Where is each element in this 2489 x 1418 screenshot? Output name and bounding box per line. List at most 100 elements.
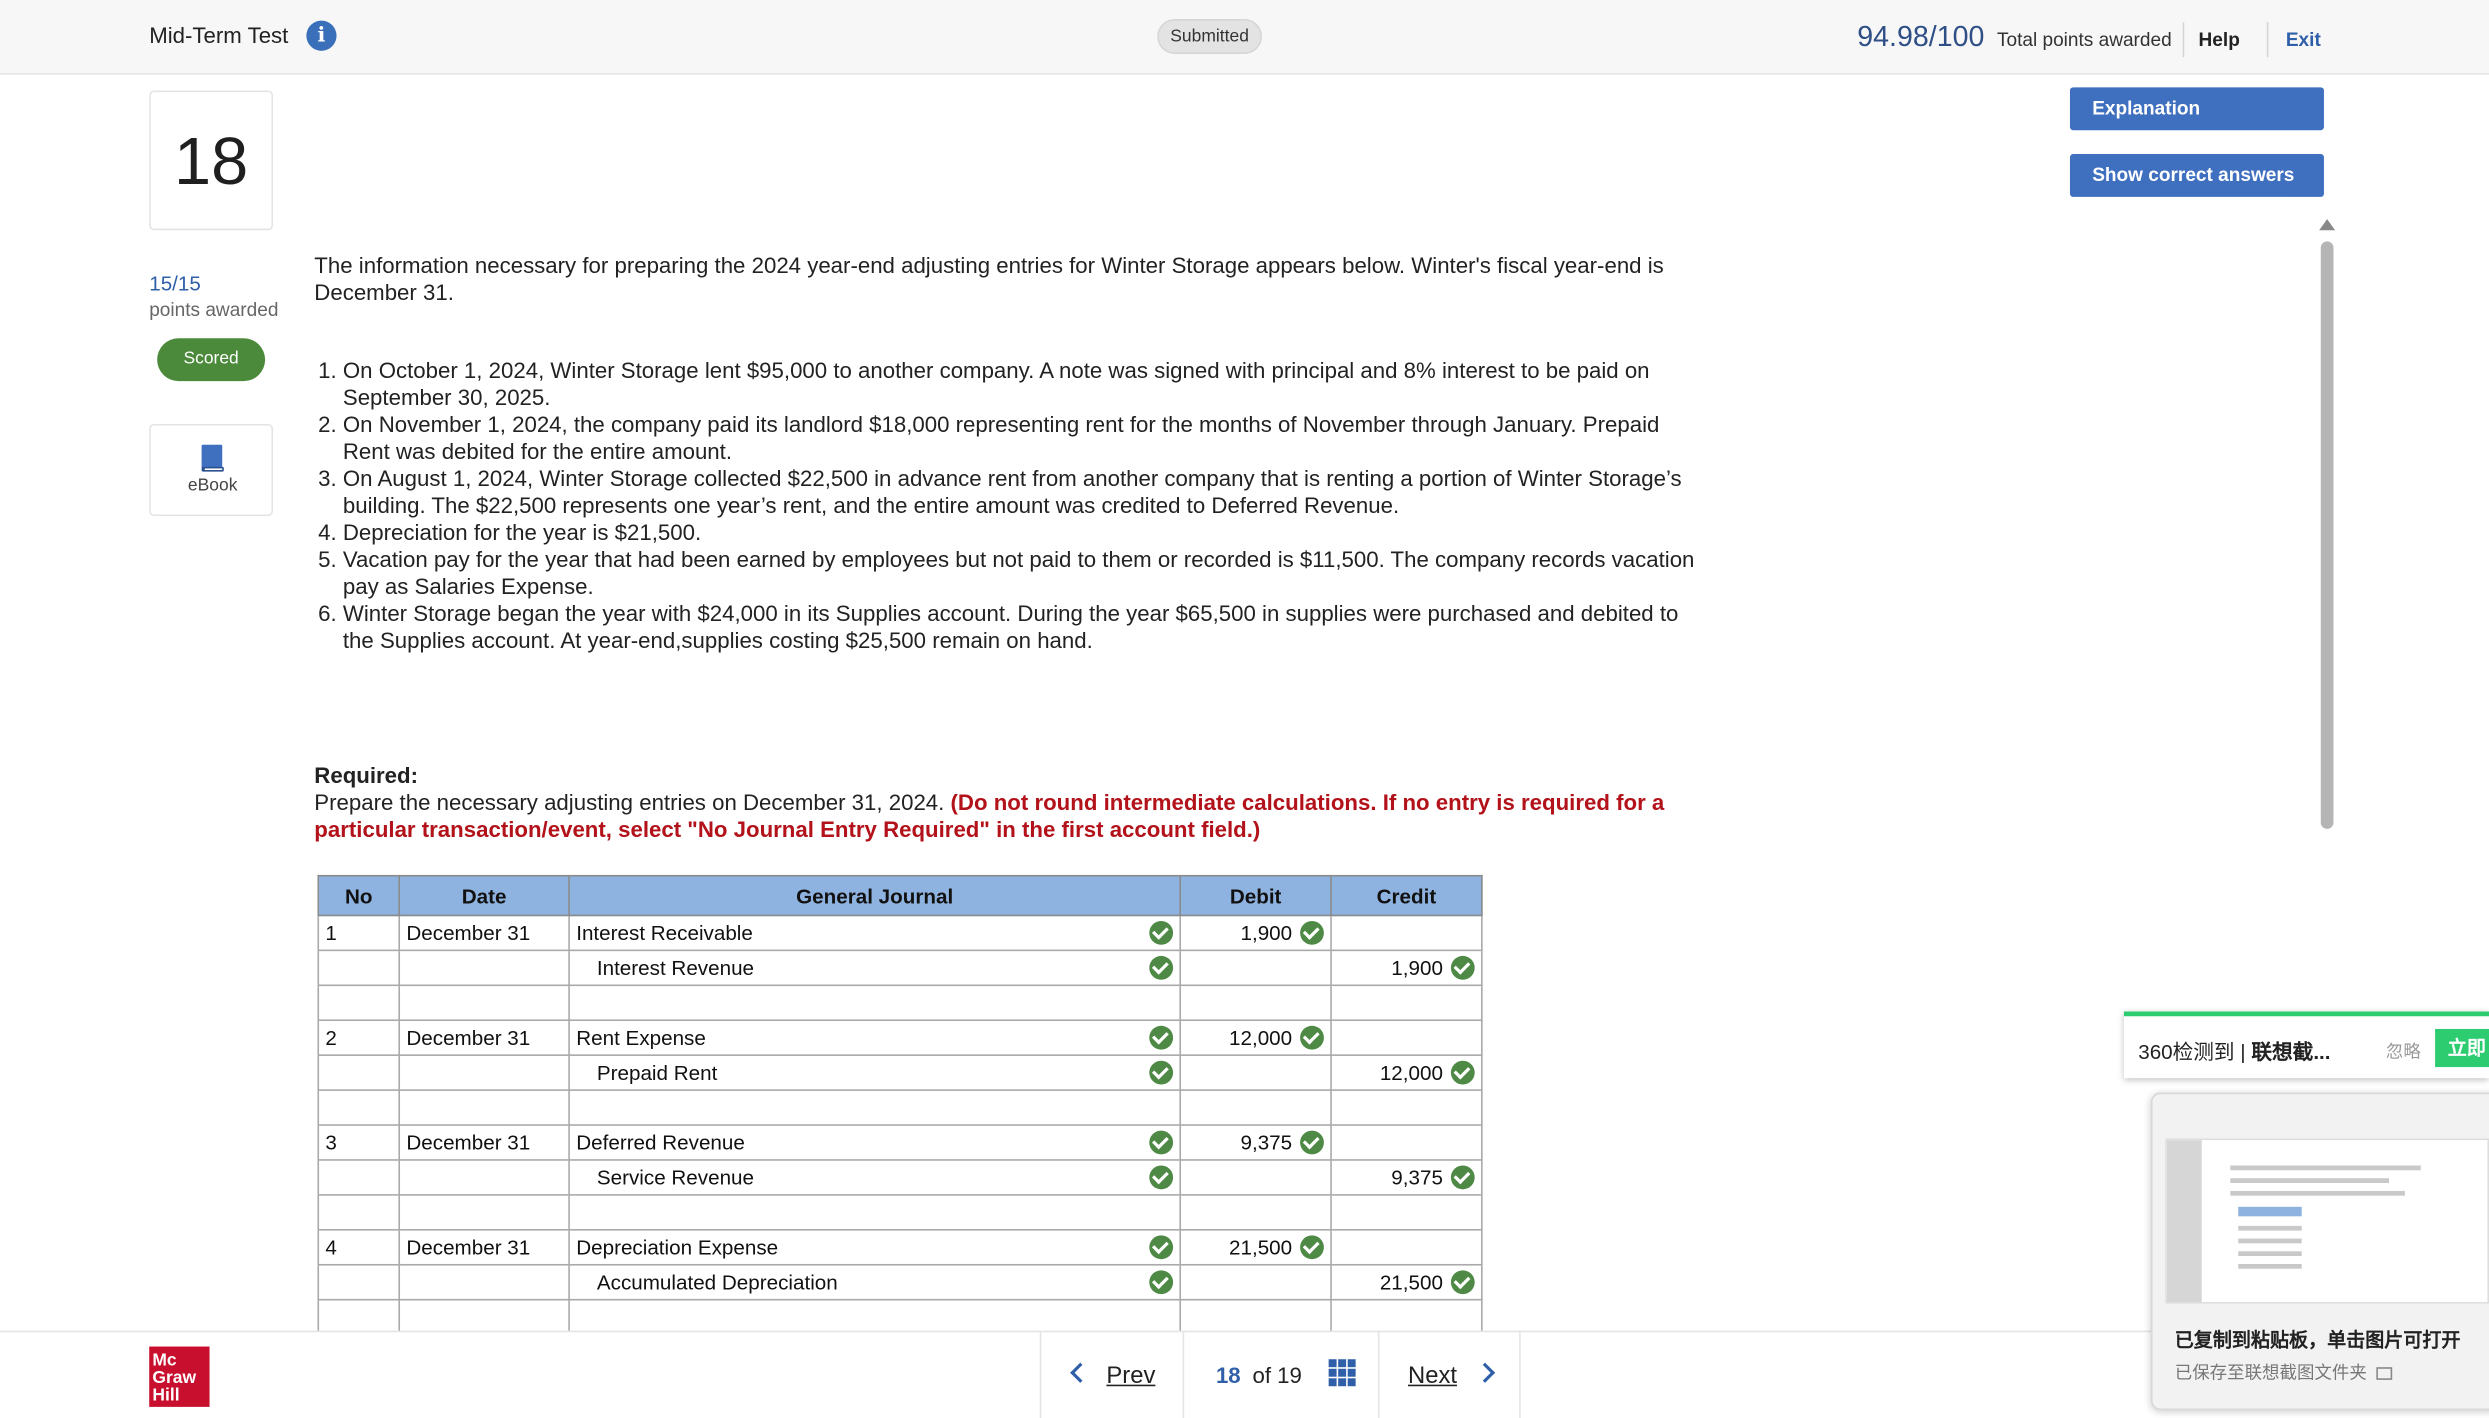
thumbnail-line [2238, 1251, 2302, 1257]
grid-icon[interactable] [1328, 1359, 1356, 1387]
account-cell[interactable]: Depreciation Expense [568, 1229, 1182, 1266]
question-intro: The information necessary for preparing … [314, 252, 1664, 305]
question-number: 18 [149, 90, 274, 231]
blank-cell[interactable] [568, 1089, 1182, 1126]
col-header-no: No [317, 874, 401, 917]
debit-cell[interactable]: 12,000 [1179, 1019, 1332, 1056]
saved-message: 已保存至联想截图文件夹 [2174, 1359, 2393, 1384]
of-label: of [1252, 1362, 1272, 1388]
entry-no: 1 [317, 914, 401, 952]
screenshot-preview-card[interactable]: 已复制到粘贴板，单击图片可打开 已保存至联想截图文件夹 [2150, 1092, 2489, 1411]
account-name: Interest Receivable [576, 920, 753, 945]
exit-link[interactable]: Exit [2286, 29, 2321, 51]
account-name: Depreciation Expense [576, 1235, 779, 1260]
checkmark-circle-icon [1450, 955, 1475, 980]
total-score-label: Total points awarded [1996, 28, 2172, 51]
saved-text: 已保存至联想截图文件夹 [2174, 1364, 2367, 1384]
entry-date: December 31 [398, 914, 570, 952]
credit-value: 21,500 [1379, 1270, 1443, 1295]
blank-cell[interactable] [568, 1194, 1182, 1231]
thumbnail-line [2238, 1263, 2302, 1269]
blank-cell[interactable] [1330, 1298, 1483, 1336]
show-correct-answers-button[interactable]: Show correct answers [2069, 154, 2324, 197]
table-row: 1 December 31 Interest Receivable 1,900 [317, 914, 1483, 952]
journal-table: No Date General Journal Debit Credit 1 D… [317, 874, 1483, 1336]
debit-cell[interactable] [1179, 1159, 1332, 1196]
screenshot-thumbnail[interactable] [2165, 1138, 2489, 1304]
toast-ignore-button[interactable]: 忽略 [2386, 1038, 2421, 1063]
blank-cell[interactable] [568, 984, 1182, 1022]
page-indicator[interactable]: 18 of 19 [1182, 1332, 1378, 1418]
account-cell[interactable]: Accumulated Depreciation [568, 1263, 1182, 1301]
debit-cell[interactable] [1179, 1263, 1332, 1301]
entry-no: 2 [317, 1019, 401, 1056]
blank-cell [317, 1089, 401, 1126]
debit-cell[interactable] [1179, 949, 1332, 987]
scrollbar-thumb[interactable] [2320, 241, 2334, 829]
blank-cell[interactable] [1179, 1298, 1332, 1336]
entry-no: 3 [317, 1124, 401, 1161]
entry-no: 4 [317, 1229, 401, 1266]
folder-icon[interactable] [2376, 1367, 2393, 1381]
credit-cell[interactable] [1330, 1019, 1483, 1056]
debit-value: 9,375 [1240, 1130, 1293, 1155]
blank-cell[interactable] [1179, 1194, 1332, 1231]
header-divider [2182, 22, 2185, 58]
col-header-date: Date [398, 874, 570, 917]
blank-cell[interactable] [1330, 1194, 1483, 1231]
credit-value: 9,375 [1391, 1165, 1443, 1190]
credit-cell[interactable]: 9,375 [1330, 1159, 1483, 1196]
account-cell[interactable]: Interest Revenue [568, 949, 1182, 987]
account-cell[interactable]: Rent Expense [568, 1019, 1182, 1056]
credit-cell[interactable]: 12,000 [1330, 1054, 1483, 1091]
debit-value: 1,900 [1240, 920, 1293, 945]
toast-app-name: 联想截... [2251, 1040, 2331, 1064]
required-section: Required: Prepare the necessary adjustin… [314, 762, 1743, 843]
debit-cell[interactable]: 1,900 [1179, 914, 1332, 952]
checkmark-circle-icon [1300, 1235, 1324, 1260]
prev-button[interactable]: Prev [1039, 1332, 1183, 1418]
credit-cell[interactable] [1330, 1229, 1483, 1266]
credit-cell[interactable] [1330, 1124, 1483, 1161]
account-cell[interactable]: Service Revenue [568, 1159, 1182, 1196]
checkmark-circle-icon [1300, 1025, 1324, 1050]
thumbnail-line [2230, 1178, 2390, 1183]
debit-cell[interactable]: 9,375 [1179, 1124, 1332, 1161]
help-link[interactable]: Help [2199, 29, 2240, 51]
ebook-button[interactable]: eBook [149, 423, 274, 517]
debit-cell[interactable]: 21,500 [1179, 1229, 1332, 1266]
explanation-button[interactable]: Explanation [2069, 87, 2324, 131]
info-icon[interactable]: i [306, 20, 337, 51]
blank-cell[interactable] [1179, 984, 1332, 1022]
account-cell[interactable]: Interest Receivable [568, 914, 1182, 952]
account-cell[interactable]: Deferred Revenue [568, 1124, 1182, 1161]
credit-cell[interactable]: 1,900 [1330, 949, 1483, 987]
blank-cell[interactable] [1330, 984, 1483, 1022]
entry-date [398, 1263, 570, 1301]
checkmark-circle-icon [1149, 1130, 1174, 1155]
transaction-list: On October 1, 2024, Winter Storage lent … [314, 357, 1711, 654]
ebook-label: eBook [187, 476, 238, 496]
blank-cell[interactable] [1330, 1089, 1483, 1126]
debit-cell[interactable] [1179, 1054, 1332, 1091]
points-awarded-label: points awarded [149, 298, 279, 321]
credit-cell[interactable] [1330, 914, 1483, 952]
journal-header-row: No Date General Journal Debit Credit [317, 874, 1483, 917]
credit-cell[interactable]: 21,500 [1330, 1263, 1483, 1301]
toast-open-button[interactable]: 立即 [2435, 1028, 2489, 1068]
blank-cell [398, 984, 570, 1022]
checkmark-circle-icon [1450, 1165, 1475, 1190]
blank-cell [317, 984, 401, 1022]
blank-cell [398, 1089, 570, 1126]
header-divider [2266, 22, 2269, 58]
transaction-item: On November 1, 2024, the company paid it… [343, 411, 1711, 465]
blank-cell [317, 1298, 401, 1336]
transaction-item: On August 1, 2024, Winter Storage collec… [343, 465, 1711, 519]
account-cell[interactable]: Prepaid Rent [568, 1054, 1182, 1091]
blank-cell[interactable] [1179, 1089, 1332, 1126]
blank-cell[interactable] [568, 1298, 1182, 1336]
toast-message: 360检测到 | 联想截... [2138, 1035, 2330, 1065]
scroll-up-arrow-icon[interactable] [2319, 219, 2336, 231]
next-button[interactable]: Next [1377, 1332, 1521, 1418]
entry-date: December 31 [398, 1124, 570, 1161]
